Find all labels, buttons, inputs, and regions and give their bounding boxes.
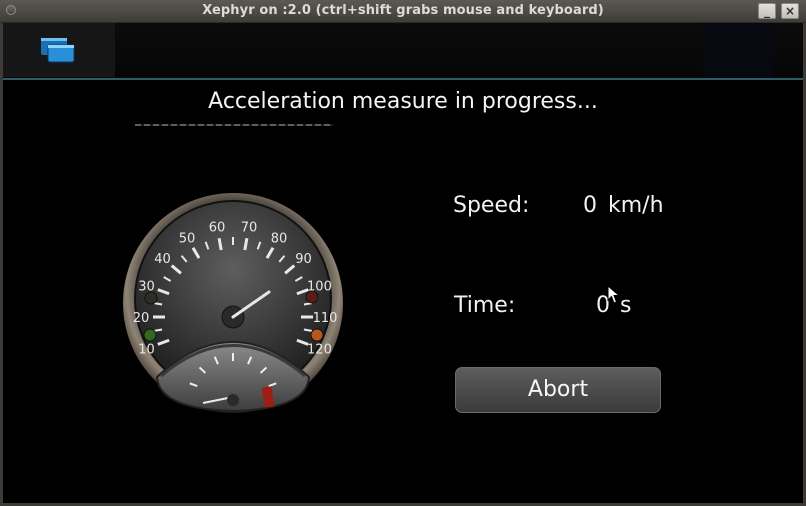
gauge-tick-label: 50 <box>179 231 196 246</box>
task-switcher-icon <box>41 38 75 63</box>
decorative-divider <box>135 124 333 126</box>
gauge-tick <box>243 237 249 251</box>
task-switcher-button[interactable] <box>3 23 115 77</box>
mouse-pointer-icon <box>607 285 621 304</box>
time-label: Time: <box>454 293 516 318</box>
speedometer-gauge: 102030405060 708090100110120 <box>123 193 343 413</box>
warning-light-left <box>144 291 158 305</box>
gauge-tick <box>303 328 312 332</box>
warning-light-red <box>305 290 319 304</box>
abort-button[interactable]: Abort <box>455 367 661 413</box>
gauge-tick-label: 110 <box>313 311 338 326</box>
title-bar[interactable]: Xephyr on :2.0 (ctrl+shift grabs mouse a… <box>0 0 806 23</box>
speed-unit: km/h <box>608 193 664 218</box>
gauge-tick <box>154 328 163 332</box>
status-bar <box>3 23 803 80</box>
gauge-tick-label: 80 <box>271 231 288 246</box>
gauge-tick-label: 10 <box>138 342 155 357</box>
speed-label: Speed: <box>453 193 530 218</box>
app-viewport: Acceleration measure in progress... 10 2… <box>3 23 803 503</box>
gauge-tick-label: 60 <box>209 220 226 235</box>
gauge-tick-label: 120 <box>307 342 332 357</box>
gauge-tick-label: 90 <box>295 252 312 267</box>
status-area <box>703 23 773 77</box>
status-bar-divider <box>3 78 803 80</box>
sub-gauge-hub <box>227 394 239 406</box>
gauge-tick-label: 70 <box>241 220 258 235</box>
gauge-tick <box>154 302 163 306</box>
speed-value: 0 <box>583 193 597 218</box>
window-title: Xephyr on :2.0 (ctrl+shift grabs mouse a… <box>202 3 604 18</box>
indicator-light-orange <box>310 328 324 342</box>
minimize-button[interactable]: _ <box>758 3 776 19</box>
time-unit: s <box>620 293 632 318</box>
gauge-tick <box>217 237 223 251</box>
xephyr-window: Xephyr on :2.0 (ctrl+shift grabs mouse a… <box>0 0 806 506</box>
indicator-light-green <box>143 328 157 342</box>
gauge-tick-label: 40 <box>154 252 171 267</box>
close-button[interactable]: × <box>781 3 799 19</box>
gauge-tick-label: 20 <box>133 311 150 326</box>
page-title: Acceleration measure in progress... <box>208 89 598 114</box>
